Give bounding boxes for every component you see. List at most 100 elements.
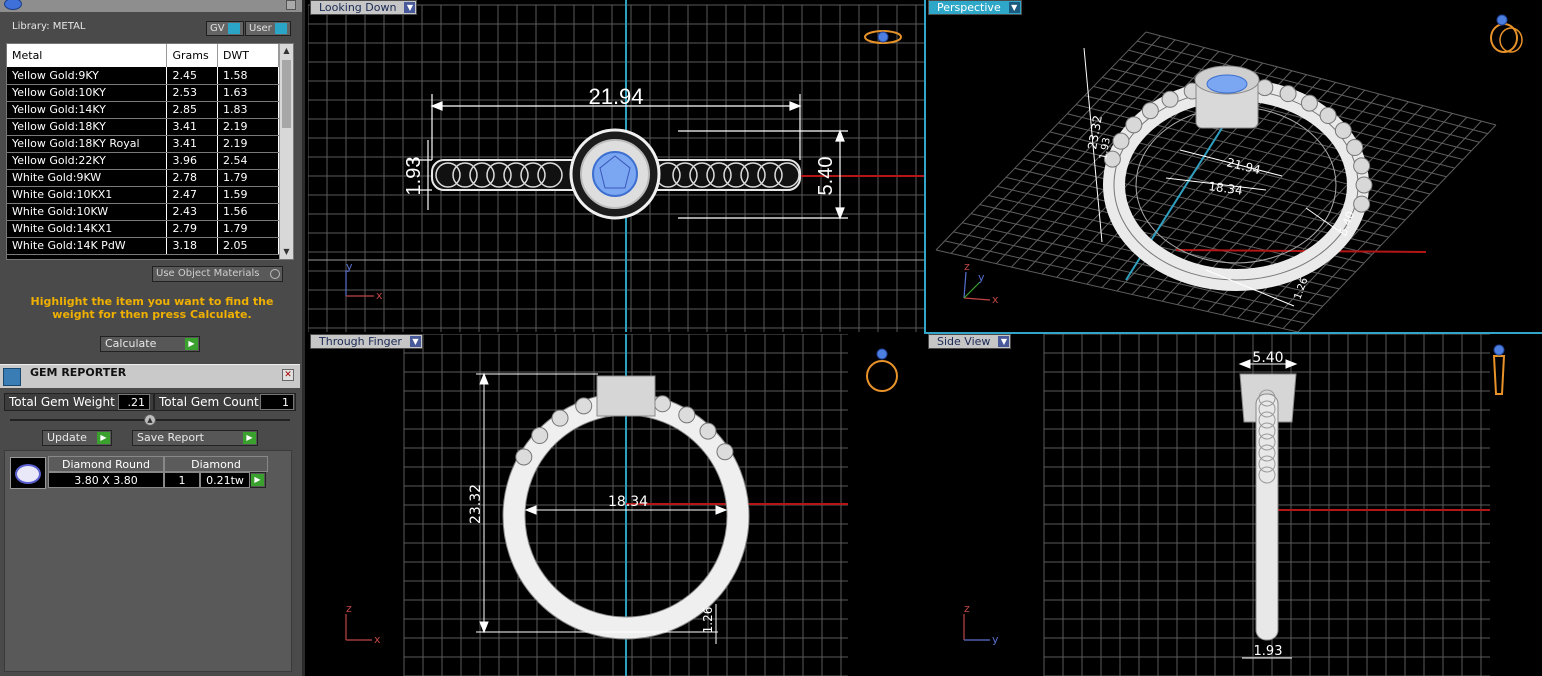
total-gem-count-value: 1 bbox=[260, 394, 294, 410]
grams-cell: 2.43 bbox=[166, 203, 218, 221]
grams-cell: 2.79 bbox=[166, 220, 218, 238]
save-report-label: Save Report bbox=[137, 431, 204, 444]
table-row[interactable]: White Gold:14KX1 2.79 1.79 bbox=[7, 220, 280, 238]
viewport-side-view[interactable]: 5.40 1.93 z y Side View ▼ bbox=[926, 334, 1542, 676]
viewport-label-text: Looking Down bbox=[319, 1, 397, 14]
through-finger-canvas: 23.32 18.34 1.26 z x bbox=[345, 334, 898, 676]
axis-label-x: x bbox=[992, 293, 999, 306]
table-row[interactable]: White Gold:10KX1 2.47 1.59 bbox=[7, 186, 280, 204]
collapse-knob-icon[interactable]: ▲ bbox=[144, 414, 156, 426]
axis-label-x: x bbox=[376, 289, 383, 302]
bead bbox=[653, 395, 671, 413]
gv-toggle[interactable]: GV bbox=[206, 21, 244, 36]
dwt-cell: 2.54 bbox=[217, 152, 280, 170]
gem-reporter-title: GEM REPORTER bbox=[30, 366, 127, 379]
user-toggle[interactable]: User bbox=[245, 21, 291, 36]
grams-cell: 2.78 bbox=[166, 169, 218, 187]
table-row[interactable]: White Gold:9KW 2.78 1.79 bbox=[7, 169, 280, 187]
dwt-cell: 1.56 bbox=[217, 203, 280, 221]
calculate-button[interactable]: Calculate ▶ bbox=[100, 336, 200, 352]
dimension-height: 23.32 bbox=[468, 484, 484, 524]
grams-cell: 3.18 bbox=[166, 237, 218, 255]
save-report-button[interactable]: Save Report ▶ bbox=[132, 430, 258, 446]
viewport-through-finger[interactable]: 23.32 18.34 1.26 z x Through Finger ▼ bbox=[308, 334, 924, 676]
table-row[interactable]: Yellow Gold:18KY 3.41 2.19 bbox=[7, 118, 280, 136]
column-header-dwt[interactable]: DWT bbox=[217, 44, 280, 67]
ring-orientation-icon bbox=[864, 30, 902, 44]
chevron-down-icon[interactable]: ▼ bbox=[404, 2, 416, 13]
grams-cell: 3.41 bbox=[166, 118, 218, 136]
scroll-up-icon[interactable]: ▲ bbox=[281, 45, 292, 57]
dwt-cell: 1.63 bbox=[217, 84, 280, 102]
dwt-cell: 2.05 bbox=[217, 237, 280, 255]
grams-cell: 3.96 bbox=[166, 152, 218, 170]
play-arrow-icon: ▶ bbox=[97, 432, 110, 444]
grams-cell: 2.47 bbox=[166, 186, 218, 204]
diamond-thumbnail[interactable] bbox=[10, 457, 46, 489]
bead bbox=[1300, 94, 1318, 112]
ring-perspective-view bbox=[1103, 65, 1373, 291]
diamond-icon bbox=[15, 464, 41, 484]
viewport-label-through-finger[interactable]: Through Finger ▼ bbox=[310, 334, 423, 349]
scroll-down-icon[interactable]: ▼ bbox=[281, 246, 292, 258]
chevron-down-icon[interactable]: ▼ bbox=[1008, 2, 1020, 13]
gem-select-button[interactable]: ▶ bbox=[250, 472, 266, 488]
table-row[interactable]: White Gold:10KW 2.43 1.56 bbox=[7, 203, 280, 221]
dwt-cell: 1.59 bbox=[217, 186, 280, 204]
axis-label-y: y bbox=[978, 271, 985, 284]
table-row[interactable]: Yellow Gold:18KY Royal 3.41 2.19 bbox=[7, 135, 280, 153]
dimension-head-width: 5.40 bbox=[1252, 350, 1283, 366]
dimension-width: 21.94 bbox=[1225, 155, 1262, 177]
gem-qty: 1 bbox=[164, 472, 200, 488]
bead bbox=[575, 397, 593, 415]
metal-name-cell: White Gold:14KX1 bbox=[7, 220, 168, 238]
bead bbox=[699, 422, 717, 440]
scrollbar-thumb[interactable] bbox=[282, 60, 291, 128]
table-row[interactable]: Yellow Gold:22KY 3.96 2.54 bbox=[7, 152, 280, 170]
side-view-canvas: 5.40 1.93 z y bbox=[963, 334, 1506, 676]
viewport-perspective[interactable]: 23.32 21.94 18.34 5.40 1.93 1.26 z y x P… bbox=[926, 0, 1542, 332]
use-object-materials-label: Use Object Materials bbox=[156, 268, 260, 279]
library-title: Library: METAL bbox=[12, 21, 86, 32]
viewport-label-looking-down[interactable]: Looking Down ▼ bbox=[310, 0, 418, 15]
metal-table-scrollbar[interactable]: ▲ ▼ bbox=[279, 44, 293, 259]
axis-triad bbox=[345, 614, 372, 641]
grams-cell: 2.85 bbox=[166, 101, 218, 119]
column-header-grams[interactable]: Grams bbox=[166, 44, 218, 67]
axis-label-y: y bbox=[346, 260, 353, 273]
viewport-label-side-view[interactable]: Side View ▼ bbox=[928, 334, 1012, 349]
table-row[interactable]: Yellow Gold:10KY 2.53 1.63 bbox=[7, 84, 280, 102]
bead bbox=[1355, 176, 1373, 194]
update-button[interactable]: Update ▶ bbox=[42, 430, 112, 446]
close-icon[interactable]: ✕ bbox=[282, 369, 294, 381]
close-icon[interactable] bbox=[286, 0, 296, 10]
table-row[interactable]: Yellow Gold:14KY 2.85 1.83 bbox=[7, 101, 280, 119]
bead bbox=[1334, 122, 1352, 140]
radio-icon[interactable] bbox=[270, 269, 280, 279]
table-row[interactable]: Yellow Gold:9KY 2.45 1.58 bbox=[7, 67, 280, 85]
table-row[interactable]: White Gold:14K PdW 3.18 2.05 bbox=[7, 237, 280, 255]
use-object-materials-option[interactable]: Use Object Materials bbox=[152, 266, 283, 282]
dwt-cell: 1.79 bbox=[217, 169, 280, 187]
dimension-inner-diameter: 18.34 bbox=[1208, 179, 1244, 198]
axis-label-x: x bbox=[374, 633, 381, 646]
x-axis-line bbox=[1175, 249, 1427, 253]
chevron-down-icon[interactable]: ▼ bbox=[409, 336, 421, 347]
chevron-down-icon[interactable]: ▼ bbox=[998, 336, 1010, 347]
viewport-label-text: Side View bbox=[937, 335, 991, 348]
metal-name-cell: White Gold:9KW bbox=[7, 169, 168, 187]
dimension-inner-diameter: 18.34 bbox=[608, 494, 648, 510]
axis-label-z: z bbox=[346, 602, 352, 615]
library-icon bbox=[4, 0, 22, 10]
bead bbox=[551, 409, 569, 427]
grid-line bbox=[1297, 124, 1497, 332]
viewport-label-perspective[interactable]: Perspective ▼ bbox=[928, 0, 1022, 15]
viewport-looking-down[interactable]: 21.94 1.93 5.40 y x Looking Down ▼ bbox=[308, 0, 924, 332]
calculate-label: Calculate bbox=[105, 337, 157, 350]
column-header-metal[interactable]: Metal bbox=[7, 44, 168, 67]
bead bbox=[1161, 90, 1179, 108]
dimension-shank-thickness: 1.26 bbox=[1292, 276, 1310, 301]
dimension-band-width: 1.93 bbox=[1254, 644, 1283, 659]
ring-orientation-icon bbox=[1490, 14, 1523, 53]
panel-splitter[interactable] bbox=[302, 0, 305, 676]
